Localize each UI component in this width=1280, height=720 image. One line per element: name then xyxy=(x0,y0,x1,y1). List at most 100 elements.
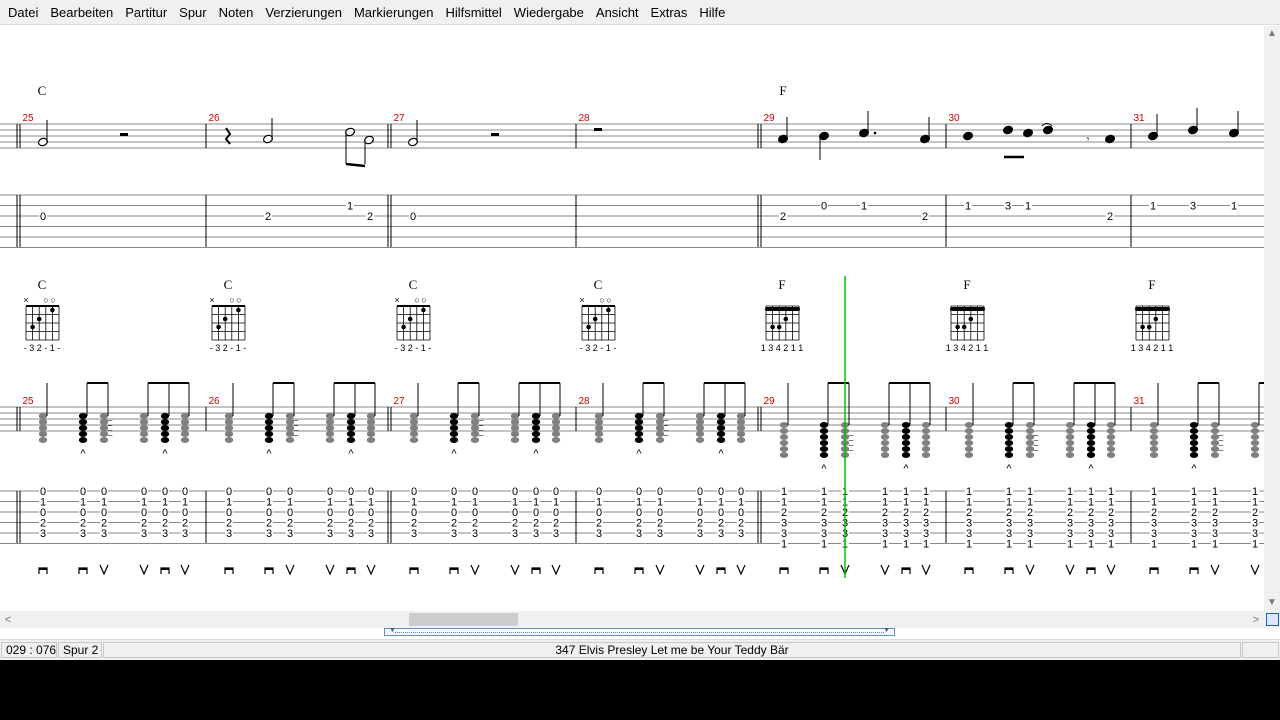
scroll-up-icon[interactable]: ▲ xyxy=(1264,28,1280,40)
tab-fret: 1 xyxy=(1088,539,1094,551)
chord-note xyxy=(1189,446,1199,452)
chord-note xyxy=(819,440,829,446)
horizontal-scroll-thumb[interactable] xyxy=(409,613,518,626)
chord-note xyxy=(901,452,911,458)
bar-number: 28 xyxy=(578,113,590,124)
chord-note xyxy=(366,425,376,431)
chord-note xyxy=(964,446,974,452)
bar-number: 28 xyxy=(578,396,590,407)
open-marker: ○ xyxy=(414,295,419,305)
bar-number: 26 xyxy=(208,113,220,124)
chord-note xyxy=(779,446,789,452)
zoom-button[interactable] xyxy=(1264,611,1280,628)
upstroke-icon xyxy=(655,564,665,576)
open-marker: ○ xyxy=(43,295,48,305)
menu-item-wiedergabe[interactable]: Wiedergabe xyxy=(508,0,590,25)
chord-fingering: - 3 2 - 1 - xyxy=(24,343,61,353)
chord-note xyxy=(264,437,274,443)
notation-canvas[interactable]: 25 26 27 28 29 30 31C F𝄾0 212 0 20 121 3 121 3 1C× ○ ○- 3… xyxy=(0,26,1264,611)
chord-note xyxy=(695,413,705,419)
chord-note xyxy=(224,437,234,443)
chord-note xyxy=(1004,452,1014,458)
scroll-left-icon[interactable]: < xyxy=(0,614,16,626)
finger-dot xyxy=(770,324,775,330)
chord-note xyxy=(695,437,705,443)
chord-note xyxy=(1106,446,1116,452)
tab-fret: 2 xyxy=(780,211,786,223)
tab-fret: 1 xyxy=(882,539,888,551)
tab-fret: 2 xyxy=(1107,211,1113,223)
finger-dot xyxy=(407,316,413,322)
open-marker: ○ xyxy=(50,295,55,305)
chord-note xyxy=(1065,428,1075,434)
chord-note xyxy=(634,425,644,431)
note-head xyxy=(1043,125,1053,135)
chord-note xyxy=(1189,434,1199,440)
chord-note xyxy=(1086,428,1096,434)
grace-mark: ⌣ xyxy=(107,415,113,425)
menu-item-verzierungen[interactable]: Verzierungen xyxy=(259,0,348,25)
chord-note xyxy=(1250,440,1260,446)
tab-fret: 3 xyxy=(451,528,457,540)
chord-note xyxy=(779,434,789,440)
tab-fret: 3 xyxy=(512,528,518,540)
right-marker-icon[interactable]: ▼ xyxy=(883,627,890,635)
chord-note xyxy=(1065,434,1075,440)
chord-note xyxy=(1106,428,1116,434)
menu-item-spur[interactable]: Spur xyxy=(173,0,212,25)
chord-note xyxy=(1149,434,1159,440)
chord-note xyxy=(78,431,88,437)
menu-item-extras[interactable]: Extras xyxy=(645,0,694,25)
menu-item-datei[interactable]: Datei xyxy=(2,0,44,25)
chord-note xyxy=(1250,452,1260,458)
menu-item-hilfe[interactable]: Hilfe xyxy=(693,0,731,25)
chord-note xyxy=(594,437,604,443)
menu-item-bearbeiten[interactable]: Bearbeiten xyxy=(44,0,119,25)
scroll-down-icon[interactable]: ▼ xyxy=(1264,597,1280,609)
tab-fret: 3 xyxy=(266,528,272,540)
chord-note xyxy=(38,419,48,425)
menu-item-hilfsmittel[interactable]: Hilfsmittel xyxy=(439,0,507,25)
tab-fret: 3 xyxy=(697,528,703,540)
bar-number: 31 xyxy=(1133,396,1145,407)
chord-note xyxy=(1149,446,1159,452)
upstroke-icon xyxy=(470,564,480,576)
scroll-right-icon[interactable]: > xyxy=(1248,614,1264,626)
chord-note xyxy=(409,431,419,437)
tab-fret: 3 xyxy=(226,528,232,540)
menu-item-markierungen[interactable]: Markierungen xyxy=(348,0,440,25)
chord-fingering: 1 3 4 2 1 1 xyxy=(1131,343,1174,353)
menu-item-ansicht[interactable]: Ansicht xyxy=(590,0,645,25)
chord-note xyxy=(409,425,419,431)
chord-note xyxy=(594,425,604,431)
chord-note xyxy=(819,452,829,458)
chord-note xyxy=(551,419,561,425)
chord-note xyxy=(160,419,170,425)
status-extra xyxy=(1242,642,1279,658)
chord-name: C xyxy=(38,277,47,292)
chord-note xyxy=(409,413,419,419)
chord-note xyxy=(921,428,931,434)
score-view[interactable]: 25 26 27 28 29 30 31 C F 𝄾 0 2 1 2 0 2 0 1 2 1 3 1 2 1 3 1 C × ○ ○ - 3… xyxy=(0,26,1264,611)
chord-note xyxy=(880,446,890,452)
chord-note xyxy=(1210,422,1220,428)
chord-note xyxy=(880,422,890,428)
grace-mark: ⌣ xyxy=(848,430,854,440)
horizontal-scrollbar[interactable]: < > xyxy=(0,611,1264,628)
bar-number: 27 xyxy=(393,113,405,124)
menu-item-noten[interactable]: Noten xyxy=(213,0,260,25)
chord-note xyxy=(695,419,705,425)
left-marker-icon[interactable]: ▼ xyxy=(389,627,396,635)
chord-note xyxy=(779,422,789,428)
chord-note xyxy=(695,431,705,437)
half-rest xyxy=(491,133,499,136)
downstroke-bar xyxy=(410,568,418,570)
finger-dot xyxy=(1140,324,1145,330)
note-head xyxy=(963,131,973,141)
vertical-scrollbar[interactable]: ▲ ▼ xyxy=(1264,26,1280,611)
chord-note xyxy=(531,437,541,443)
tab-fret: 1 xyxy=(1025,201,1031,213)
menu-item-partitur[interactable]: Partitur xyxy=(119,0,173,25)
chord-note xyxy=(716,413,726,419)
track-selector[interactable]: ▼ ▼ xyxy=(384,627,895,636)
